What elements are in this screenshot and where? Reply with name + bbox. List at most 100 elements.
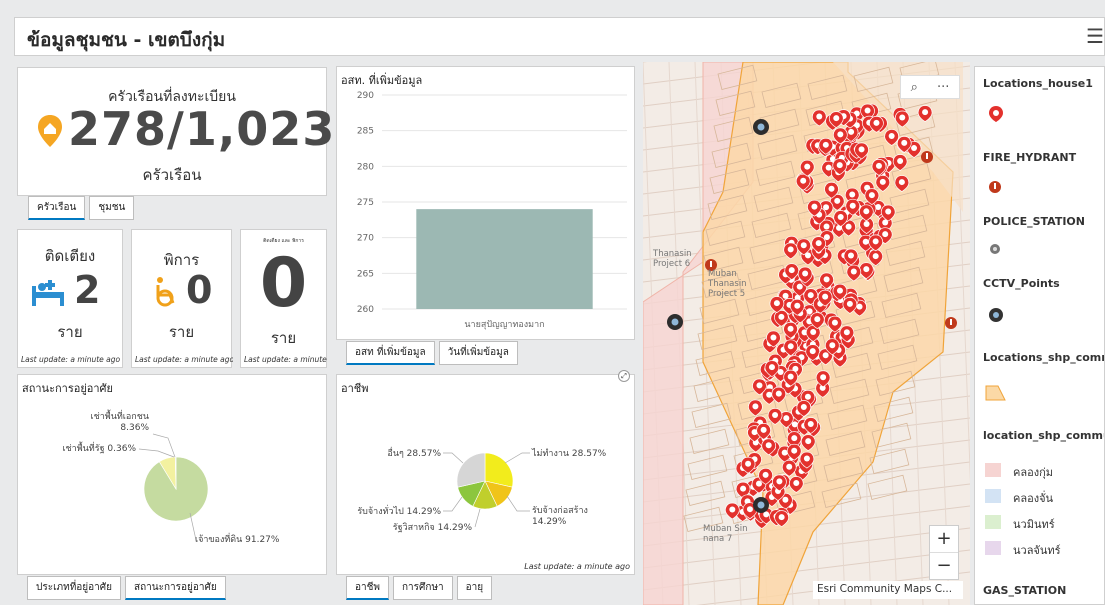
pie-label: รัฐวิสาหกิจ 14.29% xyxy=(393,522,473,533)
wheelchair-icon xyxy=(156,277,175,307)
housing-tabs: ประเภทที่อยู่อาศัย สถานะการอยู่อาศัย xyxy=(27,576,226,600)
pie-label: เช่าพื้นที่รัฐ 0.36% xyxy=(62,441,136,454)
disabled-unit: ราย xyxy=(168,323,195,341)
more-icon[interactable]: ··· xyxy=(937,80,949,95)
y-tick-label: 260 xyxy=(357,305,374,315)
building-outline xyxy=(687,454,728,481)
occupation-pie-chart: ไม่ทำงาน 28.57% รับจ้างก่อสร้าง 14.29% รัฐว… xyxy=(357,446,607,533)
leader-line xyxy=(138,448,175,458)
pie-label: อื่นๆ 28.57% xyxy=(387,446,441,459)
map-label: Muban Sin nana 7 xyxy=(703,524,748,544)
legend-swatch xyxy=(985,541,1001,555)
cctv-marker xyxy=(667,314,683,330)
hamburger-menu-icon[interactable]: ☰ xyxy=(1086,24,1104,48)
housing-pie-chart: เจ้าของที่ดิน 91.27% เช่าพื้นที่เอกชน 8.36… xyxy=(62,409,280,545)
bedridden-updated: Last update: a minute ago xyxy=(21,355,121,364)
map-canvas[interactable] xyxy=(643,62,970,605)
volunteer-bar-chart: 260 265 270 275 280 285 290 นายสุปัญญาทองมาก xyxy=(357,91,627,330)
map-toolbar: ⌕ ··· xyxy=(900,75,960,99)
pie-label: เช่าพื้นที่เอกชน 8.36% xyxy=(91,409,150,433)
hospital-bed-icon xyxy=(32,280,64,306)
map-attribution[interactable]: Esri Community Maps C... xyxy=(813,581,963,599)
leader-line xyxy=(443,452,464,464)
housing-panel: สถานะการอยู่อาศัย เจ้าของที่ดิน 91.27% เช… xyxy=(17,374,327,575)
tab-communities[interactable]: ชุมชน xyxy=(89,196,135,220)
tab-education[interactable]: การศึกษา xyxy=(393,576,453,600)
leader-line xyxy=(474,508,481,528)
both-unit: ราย xyxy=(270,329,297,347)
pie-label: เจ้าของที่ดิน 91.27% xyxy=(195,532,280,545)
y-tick-label: 275 xyxy=(357,198,374,208)
house-pin-icon xyxy=(38,115,62,147)
y-tick-label: 280 xyxy=(357,162,374,172)
legend-layer-title: Locations_shp_commu xyxy=(983,351,1104,364)
search-icon[interactable]: ⌕ xyxy=(911,80,918,95)
tab-volunteers[interactable]: อสท ที่เพิ่มข้อมูล xyxy=(346,341,435,365)
tab-occupation[interactable]: อาชีพ xyxy=(346,576,389,600)
legend-layer-title: POLICE_STATION xyxy=(983,215,1085,228)
legend-item-label: นวลจันทร์ xyxy=(1013,544,1061,557)
cctv-marker xyxy=(753,497,769,513)
disabled-panel: พิการ 0 ราย Last update: a minute ago xyxy=(131,229,233,368)
legend-swatch xyxy=(985,489,1001,503)
volunteer-tabs: อสท ที่เพิ่มข้อมูล วันที่เพิ่มข้อมูล xyxy=(346,341,518,365)
leader-line xyxy=(506,495,530,512)
both-updated: Last update: a minute ago xyxy=(244,355,328,364)
zoom-controls: + − xyxy=(929,525,959,580)
both-value: 0 xyxy=(259,244,308,323)
occupation-panel: อาชีพ ⤢ ไม่ทำงาน 28.57% รับจ้างก่อสร้าง 14… xyxy=(336,370,635,575)
map-view[interactable]: Thanasin Project 6 Muban Thanasin Projec… xyxy=(643,62,970,605)
y-tick-label: 265 xyxy=(357,269,374,279)
legend-layer-title: GAS_STATION xyxy=(983,584,1067,597)
occupation-pie-slice xyxy=(456,452,486,488)
households-value: 278/1,023 xyxy=(68,102,336,156)
bedridden-panel: ติดเตียง 2 ราย Last update: a minute ago xyxy=(17,229,123,368)
tab-housing-type[interactable]: ประเภทที่อยู่อาศัย xyxy=(27,576,121,600)
legend-layer-title: Locations_house1 xyxy=(983,77,1093,90)
legend-item-label: คลองจั่น xyxy=(1013,492,1054,505)
tab-housing-status[interactable]: สถานะการอยู่อาศัย xyxy=(124,576,226,600)
app-header: ข้อมูลชุมชน - เขตบึงกุ่ม ☰ xyxy=(14,17,1105,56)
legend-layer-title: location_shp_commu xyxy=(983,429,1105,442)
cctv-icon xyxy=(989,308,1003,322)
map-label: Thanasin Project 6 xyxy=(653,249,692,269)
tab-age[interactable]: อายุ xyxy=(456,576,493,600)
households-tabs: ครัวเรือน ชุมชน xyxy=(28,196,135,220)
y-tick-label: 270 xyxy=(357,234,374,244)
pie-label: ไม่ทำงาน 28.57% xyxy=(531,448,607,459)
legend-panel: Locations_house1 FIRE_HYDRANT POLICE_STA… xyxy=(974,66,1105,605)
households-unit: ครัวเรือน xyxy=(142,166,202,184)
leader-line xyxy=(443,496,463,512)
bar xyxy=(416,209,593,309)
legend-item-label: นวมินทร์ xyxy=(1013,518,1055,531)
polygon-icon xyxy=(985,385,1006,401)
tab-households[interactable]: ครัวเรือน xyxy=(28,196,86,220)
cctv-marker xyxy=(753,119,769,135)
house-marker-icon xyxy=(989,106,1003,122)
zoom-out-button[interactable]: − xyxy=(930,553,958,580)
y-tick-label: 285 xyxy=(357,127,374,137)
map-label: Muban Thanasin Project 5 xyxy=(708,269,747,299)
tab-date-added[interactable]: วันที่เพิ่มข้อมูล xyxy=(438,341,518,365)
pie-label: รับจ้างก่อสร้าง 14.29% xyxy=(532,505,588,527)
page-title: ข้อมูลชุมชน - เขตบึงกุ่ม xyxy=(27,29,226,51)
fire-hydrant-marker xyxy=(945,317,957,329)
occupation-tabs: อาชีพ การศึกษา อายุ xyxy=(346,576,493,600)
disabled-title: พิการ xyxy=(163,251,200,269)
legend-item-label: คลองกุ่ม xyxy=(1013,466,1053,479)
building-outline xyxy=(685,480,726,507)
bedridden-title: ติดเตียง xyxy=(44,247,96,265)
households-panel: ครัวเรือนที่ลงทะเบียน 278/1,023 ครัวเรือ… xyxy=(17,67,334,196)
bedridden-unit: ราย xyxy=(57,323,83,341)
zoom-in-button[interactable]: + xyxy=(930,526,958,553)
y-tick-label: 290 xyxy=(357,91,374,101)
fire-hydrant-marker xyxy=(921,151,933,163)
expand-icon[interactable]: ⤢ xyxy=(618,370,630,382)
occupation-updated: Last update: a minute ago xyxy=(524,562,630,571)
legend-layer-title: CCTV_Points xyxy=(983,277,1060,290)
both-panel: ติดเตียง และ พิการ 0 ราย Last update: a … xyxy=(240,229,328,368)
x-tick-label: นายสุปัญญาทองมาก xyxy=(464,320,544,330)
police-icon xyxy=(990,244,1000,254)
legend-swatch xyxy=(985,463,1001,477)
disabled-updated: Last update: a minute ago xyxy=(135,355,233,364)
